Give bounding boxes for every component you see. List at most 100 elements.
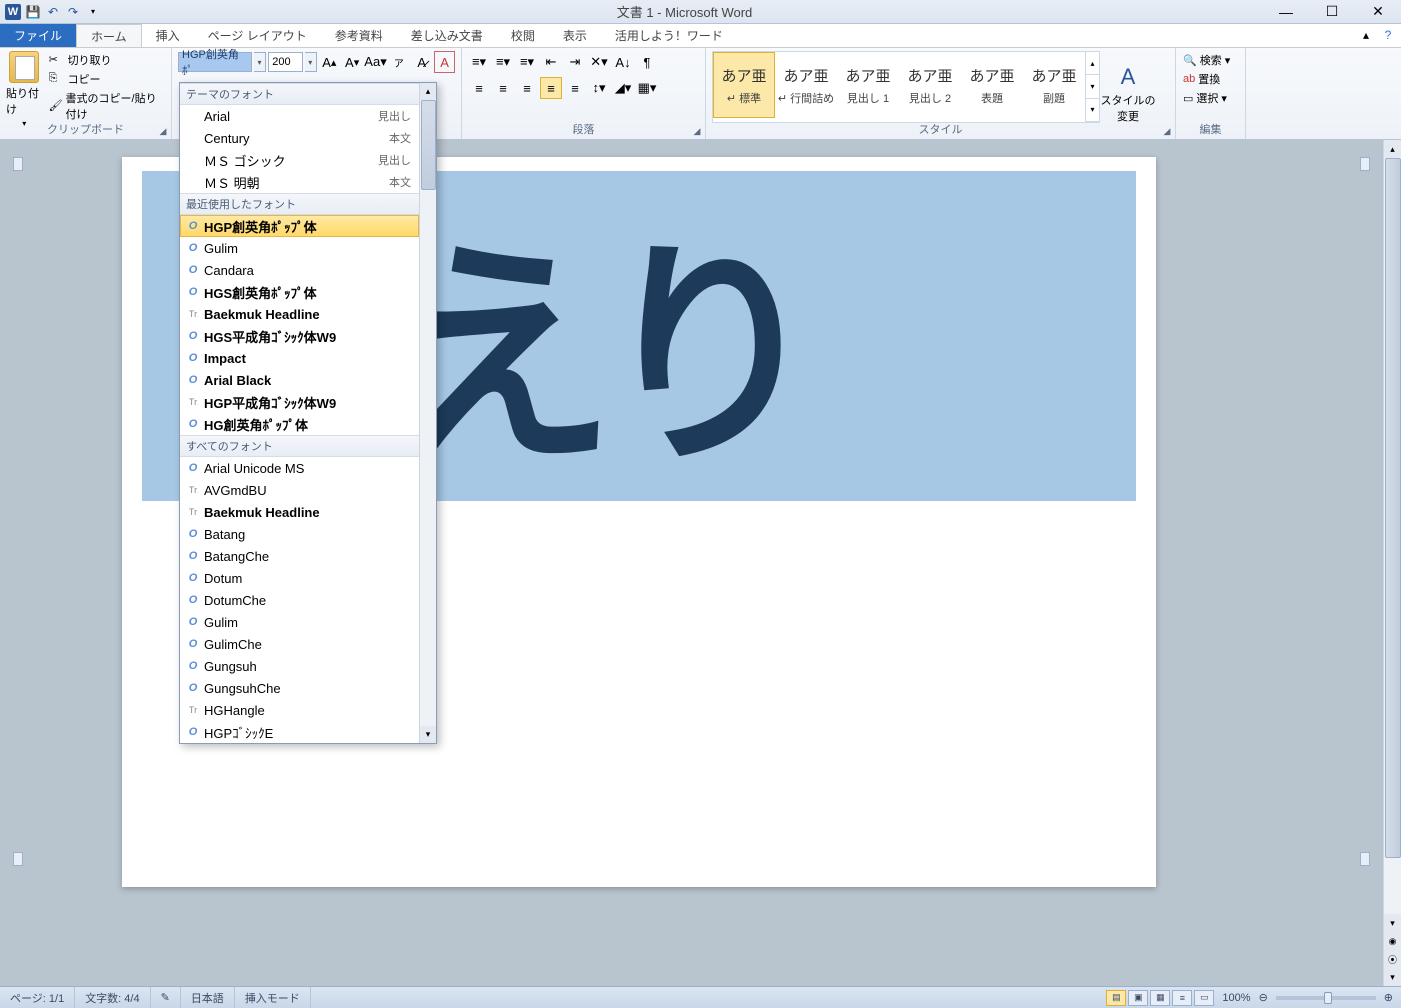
font-item[interactable]: TrHGHangle xyxy=(180,699,419,721)
ruler-top-marker[interactable] xyxy=(13,157,23,171)
status-mode[interactable]: 挿入モード xyxy=(235,987,311,1008)
style-item[interactable]: あア亜↵ 標準 xyxy=(713,52,775,118)
minimize-ribbon-icon[interactable]: ▴ xyxy=(1357,26,1375,44)
scroll-thumb[interactable] xyxy=(1385,158,1401,858)
redo-icon[interactable]: ↷ xyxy=(64,3,82,21)
tab-review[interactable]: 校閲 xyxy=(497,24,549,47)
view-draft-icon[interactable]: ▭ xyxy=(1194,990,1214,1006)
grow-font-button[interactable]: A▴ xyxy=(319,51,340,73)
undo-icon[interactable]: ↶ xyxy=(44,3,62,21)
font-item[interactable]: ODotumChe xyxy=(180,589,419,611)
tab-view[interactable]: 表示 xyxy=(549,24,601,47)
change-case-button[interactable]: Aa▾ xyxy=(365,51,387,73)
browse-prev-icon[interactable]: ◉ xyxy=(1384,932,1401,950)
font-name-combo[interactable]: HGP創英角ﾎﾟ xyxy=(178,52,252,72)
font-item[interactable]: OGulim xyxy=(180,237,419,259)
increase-indent-button[interactable]: ⇥ xyxy=(564,51,586,73)
styles-scroll-down-icon[interactable]: ▾ xyxy=(1086,75,1099,98)
scroll-up-icon[interactable]: ▴ xyxy=(1384,140,1401,158)
zoom-level[interactable]: 100% xyxy=(1222,992,1250,1004)
status-proofing-icon[interactable]: ✎ xyxy=(151,987,181,1008)
status-language[interactable]: 日本語 xyxy=(181,987,235,1008)
font-item[interactable]: OGulimChe xyxy=(180,633,419,655)
maximize-button[interactable]: ☐ xyxy=(1309,0,1355,24)
ruler-top-marker-r[interactable] xyxy=(1360,157,1370,171)
distributed-button[interactable]: ≡ xyxy=(564,77,586,99)
find-button[interactable]: 🔍検索▾ xyxy=(1182,51,1239,69)
styles-launcher[interactable]: ◢ xyxy=(1161,125,1173,137)
font-item[interactable]: ODotum xyxy=(180,567,419,589)
font-item[interactable]: Century本文 xyxy=(180,127,419,149)
borders-button[interactable]: ▦▾ xyxy=(636,77,658,99)
font-item[interactable]: OHGS平成角ｺﾞｼｯｸ体W9 xyxy=(180,325,419,347)
zoom-slider[interactable] xyxy=(1276,996,1376,1000)
font-item[interactable]: Arial見出し xyxy=(180,105,419,127)
char-border-button[interactable]: A xyxy=(434,51,455,73)
style-item[interactable]: あア亜副題 xyxy=(1023,52,1085,118)
line-spacing-button[interactable]: ↕▾ xyxy=(588,77,610,99)
font-item[interactable]: OHGPｺﾞｼｯｸE xyxy=(180,721,419,743)
font-item[interactable]: OHGP創英角ﾎﾟｯﾌﾟ体 xyxy=(180,215,419,237)
font-name-dropdown-icon[interactable]: ▾ xyxy=(254,52,266,72)
font-item[interactable]: ＭＳ 明朝本文 xyxy=(180,171,419,193)
qat-dropdown-icon[interactable]: ▾ xyxy=(84,3,102,21)
multilevel-button[interactable]: ≡▾ xyxy=(516,51,538,73)
show-marks-button[interactable]: ¶ xyxy=(636,51,658,73)
font-item[interactable]: OCandara xyxy=(180,259,419,281)
tab-file[interactable]: ファイル xyxy=(0,24,76,47)
zoom-thumb[interactable] xyxy=(1324,992,1332,1004)
zoom-in-button[interactable]: ⊕ xyxy=(1384,991,1393,1004)
fd-scroll-thumb[interactable] xyxy=(421,100,436,190)
style-item[interactable]: あア亜見出し 2 xyxy=(899,52,961,118)
ruler-bot-marker-r[interactable] xyxy=(1360,852,1370,866)
font-item[interactable]: OGungsuh xyxy=(180,655,419,677)
tab-home[interactable]: ホーム xyxy=(76,24,142,47)
font-item[interactable]: OBatangChe xyxy=(180,545,419,567)
tab-references[interactable]: 参考資料 xyxy=(321,24,397,47)
browse-object-icon[interactable]: ⦿ xyxy=(1384,950,1401,968)
style-item[interactable]: あア亜表題 xyxy=(961,52,1023,118)
font-item[interactable]: TrBaekmuk Headline xyxy=(180,303,419,325)
status-page[interactable]: ページ: 1/1 xyxy=(0,987,75,1008)
status-words[interactable]: 文字数: 4/4 xyxy=(75,987,150,1008)
copy-button[interactable]: ⎘コピー xyxy=(47,70,165,88)
view-web-icon[interactable]: ▦ xyxy=(1150,990,1170,1006)
fd-scroll-up-icon[interactable]: ▴ xyxy=(420,83,436,100)
fd-scroll-down-icon[interactable]: ▾ xyxy=(420,726,436,743)
phonetic-guide-button[interactable]: ア xyxy=(389,51,410,73)
help-icon[interactable]: ? xyxy=(1379,26,1397,44)
font-item[interactable]: TrAVGmdBU xyxy=(180,479,419,501)
tab-insert[interactable]: 挿入 xyxy=(142,24,194,47)
font-item[interactable]: OArial Unicode MS xyxy=(180,457,419,479)
browse-next-icon[interactable]: ▾ xyxy=(1384,968,1401,986)
styles-more-icon[interactable]: ▾ xyxy=(1086,99,1099,122)
tab-layout[interactable]: ページ レイアウト xyxy=(194,24,321,47)
font-item[interactable]: OBatang xyxy=(180,523,419,545)
justify-button[interactable]: ≡ xyxy=(540,77,562,99)
cut-button[interactable]: ✂切り取り xyxy=(47,51,165,69)
font-size-combo[interactable]: 200 xyxy=(268,52,302,72)
format-painter-button[interactable]: 🖌書式のコピー/貼り付け xyxy=(47,89,165,123)
font-item[interactable]: TrBaekmuk Headline xyxy=(180,501,419,523)
clipboard-launcher[interactable]: ◢ xyxy=(157,125,169,137)
font-item[interactable]: TrHGP平成角ｺﾞｼｯｸ体W9 xyxy=(180,391,419,413)
font-size-dropdown-icon[interactable]: ▾ xyxy=(305,52,317,72)
clear-formatting-button[interactable]: A̷ xyxy=(411,51,432,73)
font-item[interactable]: OArial Black xyxy=(180,369,419,391)
paragraph-launcher[interactable]: ◢ xyxy=(691,125,703,137)
bullets-button[interactable]: ≡▾ xyxy=(468,51,490,73)
font-item[interactable]: OImpact xyxy=(180,347,419,369)
font-item[interactable]: ＭＳ ゴシック見出し xyxy=(180,149,419,171)
numbering-button[interactable]: ≡▾ xyxy=(492,51,514,73)
shading-button[interactable]: ◢▾ xyxy=(612,77,634,99)
view-print-layout-icon[interactable]: ▤ xyxy=(1106,990,1126,1006)
align-right-button[interactable]: ≡ xyxy=(516,77,538,99)
ruler-bot-marker[interactable] xyxy=(13,852,23,866)
save-icon[interactable]: 💾 xyxy=(24,3,42,21)
style-item[interactable]: あア亜見出し 1 xyxy=(837,52,899,118)
vertical-scrollbar[interactable]: ▴ ▾ ◉ ⦿ ▾ xyxy=(1383,140,1401,986)
view-fullscreen-icon[interactable]: ▣ xyxy=(1128,990,1148,1006)
scroll-down-icon[interactable]: ▾ xyxy=(1384,914,1401,932)
font-item[interactable]: OGulim xyxy=(180,611,419,633)
style-item[interactable]: あア亜↵ 行間詰め xyxy=(775,52,837,118)
